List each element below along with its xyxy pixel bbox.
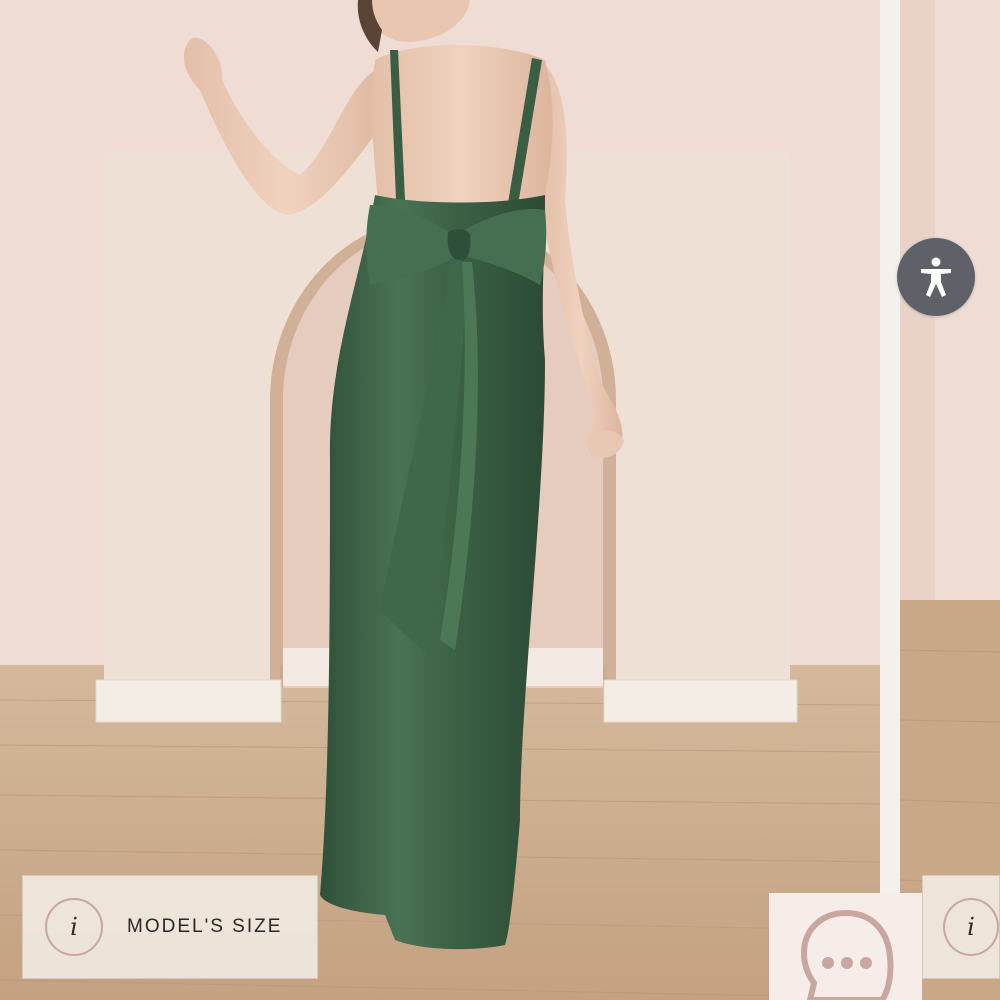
baseboard-left (95, 679, 282, 723)
info-icon: i (943, 898, 999, 956)
product-image-main[interactable] (0, 0, 880, 1000)
accessibility-person-icon (921, 257, 951, 297)
chat-button[interactable] (769, 893, 922, 1000)
models-size-badge[interactable]: i MODEL'S SIZE (22, 875, 318, 979)
accessibility-button[interactable] (897, 238, 975, 316)
next-product-photo (900, 0, 1000, 1000)
models-size-label: MODEL'S SIZE (127, 916, 283, 937)
chat-bubble-icon (800, 909, 893, 1000)
product-photo (0, 0, 880, 1000)
info-icon: i (45, 898, 103, 956)
product-image-next[interactable] (900, 0, 1000, 1000)
next-slide-info-badge[interactable]: i (922, 875, 1000, 979)
baseboard-right (603, 679, 798, 723)
slide-gutter (880, 0, 900, 1000)
